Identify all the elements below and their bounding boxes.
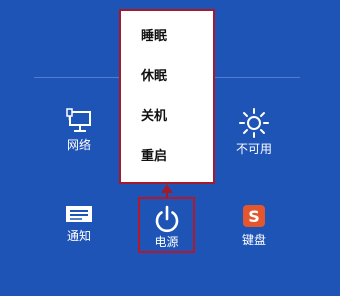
- brightness-icon: [239, 108, 269, 138]
- network-label: 网络: [66, 138, 91, 152]
- menu-item-restart[interactable]: 重启: [141, 149, 167, 165]
- menu-item-hibernate[interactable]: 休眠: [141, 69, 167, 85]
- unavailable-label: 不可用: [235, 142, 272, 156]
- menu-item-shutdown[interactable]: 关机: [141, 109, 167, 125]
- notifications-label: 通知: [66, 229, 91, 243]
- power-label: 电源: [154, 235, 179, 249]
- power-button[interactable]: 电源: [138, 197, 195, 253]
- power-icon: [155, 205, 178, 233]
- brightness-tile[interactable]: 不可用: [219, 108, 289, 156]
- power-menu: 睡眠 休眠 关机 重启: [119, 9, 215, 184]
- keyboard-icon: S: [243, 205, 265, 227]
- notifications-icon: [66, 206, 92, 222]
- keyboard-tile[interactable]: S 键盘: [219, 203, 289, 247]
- menu-item-sleep[interactable]: 睡眠: [141, 29, 167, 45]
- arrow-stem: [166, 190, 168, 198]
- network-tile[interactable]: 网络: [44, 108, 114, 152]
- keyboard-label: 键盘: [241, 233, 266, 247]
- notifications-tile[interactable]: 通知: [44, 203, 114, 243]
- network-icon: [66, 108, 91, 132]
- svg-text:S: S: [248, 207, 260, 226]
